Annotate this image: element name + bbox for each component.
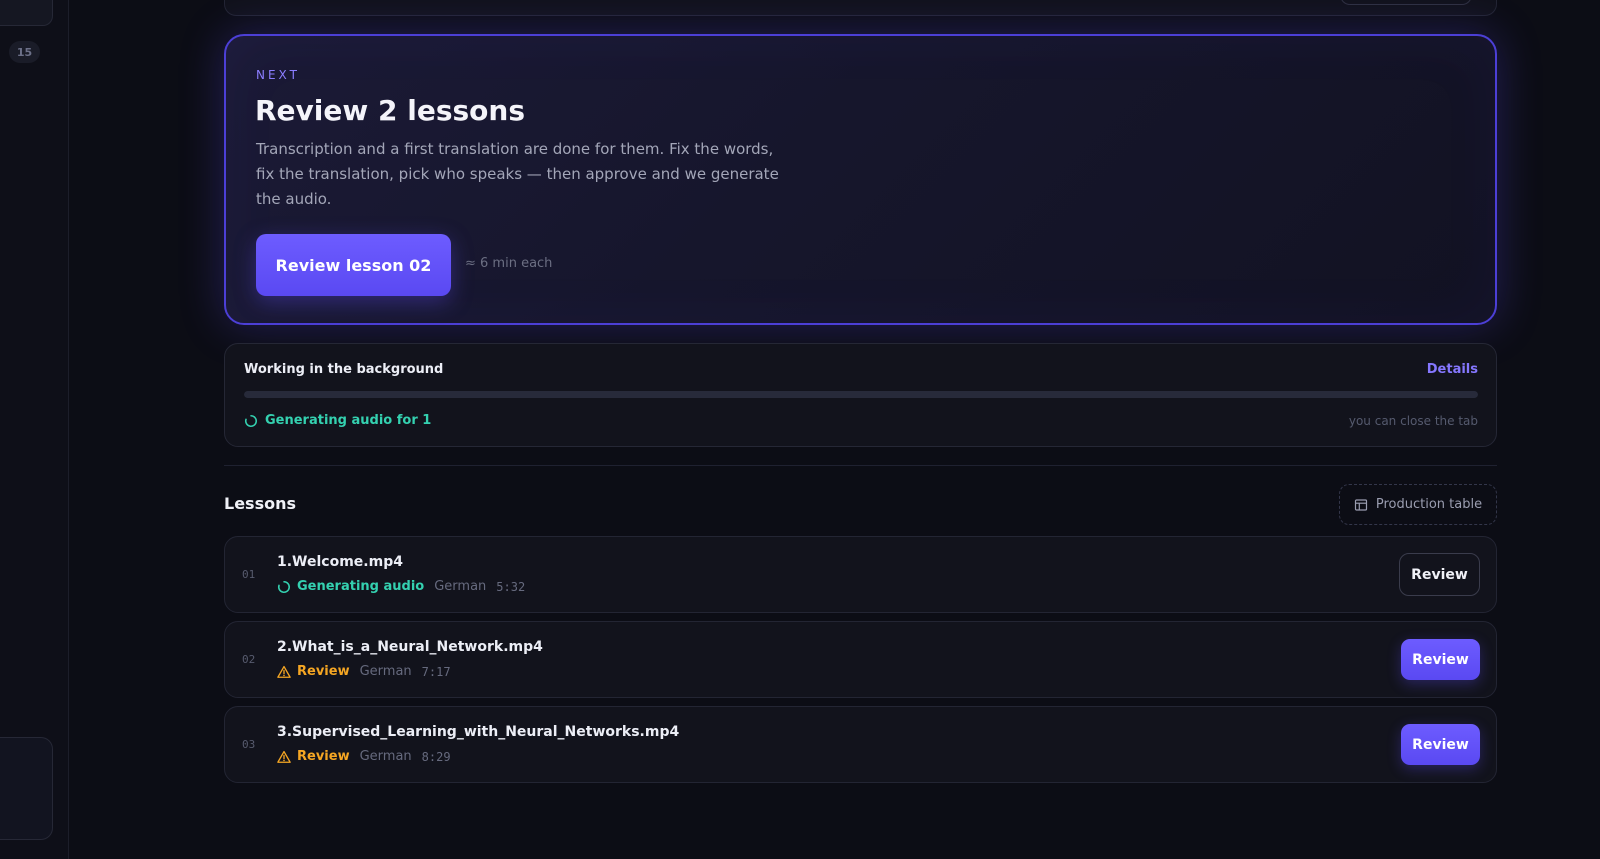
lesson-row[interactable]: 01 1.Welcome.mp4 Generating audio German…	[224, 536, 1497, 613]
lesson-meta: Review German 8:29	[277, 749, 451, 764]
lesson-status: Generating audio	[297, 579, 425, 594]
time-estimate: ≈ 6 min each	[465, 256, 553, 271]
next-step-card: NEXT Review 2 lessons Transcription and …	[224, 34, 1497, 325]
production-table-label: Production table	[1375, 497, 1483, 512]
background-progress-bar	[244, 391, 1478, 398]
sidebar-rail: 15	[0, 0, 69, 859]
review-button[interactable]: Review	[1399, 553, 1480, 596]
lesson-meta: Review German 7:17	[277, 664, 451, 679]
background-work-title: Working in the background	[244, 362, 444, 377]
sidebar-tile-bottom[interactable]	[0, 737, 53, 840]
sidebar-count-badge: 15	[9, 41, 40, 63]
background-status-text: Generating audio for 1	[265, 413, 432, 428]
lessons-heading: Lessons	[224, 494, 296, 513]
lesson-filename: 1.Welcome.mp4	[277, 554, 403, 570]
next-eyebrow: NEXT	[256, 68, 300, 82]
lesson-filename: 3.Supervised_Learning_with_Neural_Networ…	[277, 724, 680, 740]
warning-icon	[277, 750, 291, 763]
lesson-duration: 5:32	[496, 579, 526, 594]
lesson-row[interactable]: 02 2.What_is_a_Neural_Network.mp4 Review…	[224, 621, 1497, 698]
sidebar-tile-top[interactable]	[0, 0, 53, 26]
production-table-button[interactable]: Production table	[1339, 484, 1497, 525]
background-status: Generating audio for 1	[244, 413, 431, 428]
details-link[interactable]: Details	[1427, 362, 1478, 377]
previous-card-button[interactable]	[1340, 0, 1472, 5]
spinner-icon	[277, 580, 290, 593]
review-lesson-button[interactable]: Review lesson 02	[256, 234, 451, 296]
close-tab-note: you can close the tab	[1348, 414, 1478, 428]
lesson-row[interactable]: 03 3.Supervised_Learning_with_Neural_Net…	[224, 706, 1497, 783]
background-progress-fill	[244, 391, 1478, 398]
section-divider	[224, 465, 1497, 466]
lesson-number: 02	[242, 653, 256, 666]
next-step-description: Transcription and a first translation ar…	[256, 140, 779, 208]
next-step-title: Review 2 lessons	[255, 94, 525, 127]
review-button[interactable]: Review	[1401, 639, 1480, 680]
lesson-language: German	[434, 579, 487, 594]
warning-icon	[277, 665, 291, 678]
lesson-duration: 8:29	[421, 749, 451, 764]
lesson-number: 03	[242, 738, 256, 751]
lesson-status: Review	[297, 749, 350, 764]
lesson-filename: 2.What_is_a_Neural_Network.mp4	[277, 639, 543, 655]
lesson-status: Review	[297, 664, 350, 679]
previous-card	[224, 0, 1497, 16]
background-work-card: Working in the background Details Genera…	[224, 343, 1497, 447]
lesson-meta: Generating audio German 5:32	[277, 579, 525, 594]
lesson-language: German	[359, 664, 412, 679]
lesson-duration: 7:17	[421, 664, 451, 679]
lesson-language: German	[359, 749, 412, 764]
table-icon	[1354, 498, 1367, 511]
review-button[interactable]: Review	[1401, 724, 1480, 765]
spinner-icon	[244, 414, 257, 427]
lesson-number: 01	[242, 568, 256, 581]
